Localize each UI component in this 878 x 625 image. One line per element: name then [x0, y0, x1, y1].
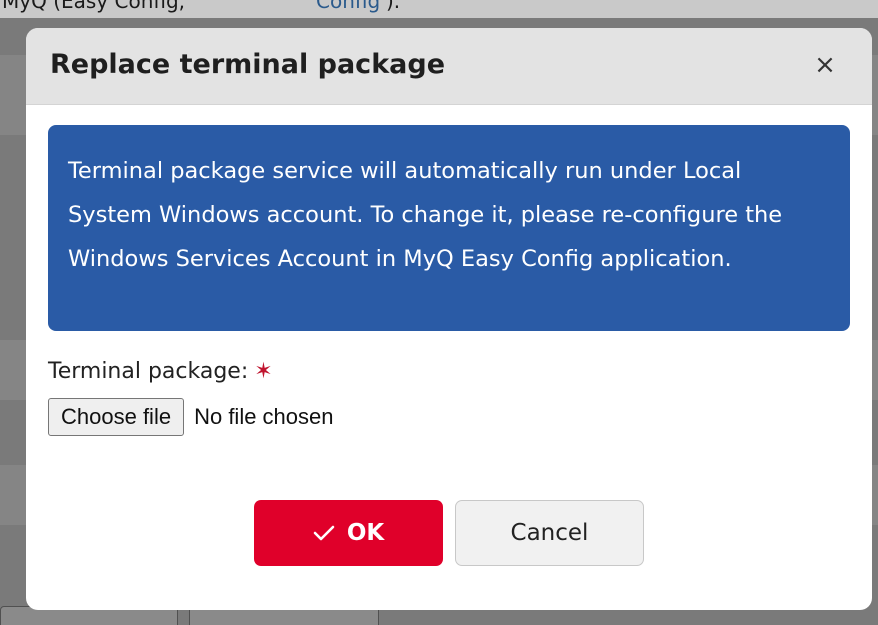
- background-text-prefix: MyQ (Easy Config,: [2, 0, 186, 13]
- background-text-suffix: ).: [386, 0, 401, 13]
- close-icon: ×: [814, 50, 836, 80]
- info-alert: Terminal package service will automatica…: [48, 125, 850, 331]
- close-button[interactable]: ×: [808, 48, 842, 82]
- terminal-package-label: Terminal package: ✶: [48, 359, 273, 384]
- terminal-package-file-input[interactable]: Choose file No file chosen: [48, 397, 334, 437]
- file-status-text: No file chosen: [194, 404, 334, 429]
- required-star-icon: ✶: [254, 359, 273, 384]
- terminal-package-label-text: Terminal package:: [48, 359, 249, 384]
- dialog-header: Replace terminal package ×: [26, 28, 872, 105]
- cancel-button-label: Cancel: [510, 520, 589, 546]
- cancel-button[interactable]: Cancel: [455, 500, 644, 566]
- ok-button[interactable]: OK: [254, 500, 443, 566]
- background-text-link: Config: [316, 0, 381, 13]
- check-icon: [313, 525, 335, 541]
- background-text-line: MyQ (Easy Config, Config ).: [0, 0, 878, 18]
- info-message: Terminal package service will automatica…: [68, 158, 783, 272]
- replace-terminal-package-dialog: Replace terminal package × Terminal pack…: [26, 28, 872, 610]
- dialog-title: Replace terminal package: [50, 49, 446, 80]
- ok-button-label: OK: [346, 520, 385, 546]
- choose-file-button[interactable]: Choose file: [48, 398, 185, 436]
